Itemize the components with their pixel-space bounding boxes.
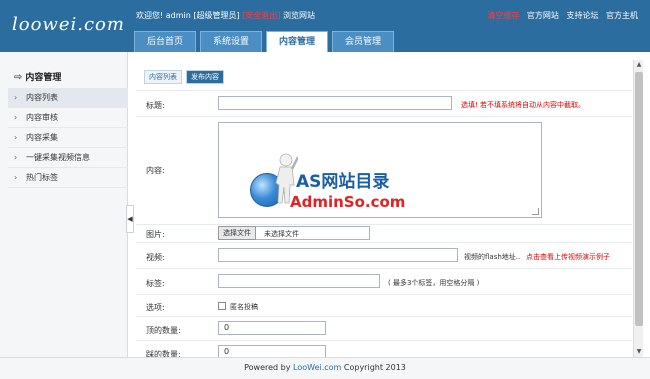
subtab-content-list[interactable]: 内容列表: [144, 70, 182, 84]
form-row-options: 选项: 匿名投稿: [136, 294, 632, 316]
content-subtabs: 内容列表 发布内容: [144, 70, 228, 84]
scrollbar-thumb[interactable]: [635, 72, 643, 326]
footer-copyright: Copyright 2013: [343, 363, 406, 372]
title-input[interactable]: [218, 96, 452, 110]
subtab-publish-content[interactable]: 发布内容: [186, 70, 224, 84]
video-input[interactable]: [218, 248, 458, 262]
sidebar-title: ⇨ 内容管理: [14, 70, 61, 83]
anonymous-label: 匿名投稿: [230, 303, 258, 311]
welcome-text: 欢迎您! admin [超级管理员]: [136, 11, 240, 20]
official-host-link[interactable]: 官方主机: [606, 11, 638, 20]
welcome-bar: 欢迎您! admin [超级管理员] [安全退出] 浏览网站: [136, 10, 315, 21]
up-count-label: 顶的数量:: [146, 326, 181, 335]
up-count-input[interactable]: 0: [218, 321, 326, 335]
image-label: 图片:: [146, 230, 165, 239]
sidebar-collapse-button[interactable]: ◀: [126, 205, 134, 233]
video-demo-link[interactable]: 点击查看上传视频演示例子: [526, 252, 610, 262]
footer-prefix: Powered by: [244, 363, 291, 372]
top-header: loowei.com 欢迎您! admin [超级管理员] [安全退出] 浏览网…: [0, 0, 650, 52]
official-site-link[interactable]: 官方网站: [527, 11, 559, 20]
tab-dashboard[interactable]: 后台首页: [134, 31, 197, 52]
footer-link[interactable]: LooWei.com: [293, 363, 341, 372]
sidebar-item-video-collect[interactable]: 一键采集视频信息: [8, 148, 128, 168]
footer: Powered by LooWei.com Copyright 2013: [0, 357, 650, 379]
support-forum-link[interactable]: 支持论坛: [566, 11, 598, 20]
sidebar-title-text: 内容管理: [25, 73, 62, 83]
sidebar-item-content-list[interactable]: 内容列表: [8, 88, 128, 108]
top-links: 清空缓存 官方网站 支持论坛 官方主机: [482, 10, 638, 21]
sidebar-item-hot-tags[interactable]: 热门标签: [8, 168, 128, 188]
form-row-video: 视频: 视频的flash地址.. 点击查看上传视频演示例子: [136, 242, 632, 268]
vertical-scrollbar[interactable]: ▲ ▼: [633, 60, 643, 357]
form-row-title: 标题: 选填! 若不填系统将自动从内容中截取。: [136, 90, 632, 116]
form-row-up-count: 顶的数量: 0: [136, 316, 632, 340]
anonymous-checkbox[interactable]: [218, 302, 226, 310]
site-logo[interactable]: loowei.com: [12, 14, 125, 35]
scroll-down-arrow-icon[interactable]: ▼: [634, 347, 644, 357]
main-tabs: 后台首页 系统设置 内容管理 会员管理: [134, 31, 398, 52]
down-count-input[interactable]: 0: [218, 345, 326, 357]
video-label: 视频:: [146, 253, 165, 262]
tags-hint: ( 最多3个标签，用空格分隔 ): [388, 279, 480, 287]
tab-content-management[interactable]: 内容管理: [266, 31, 329, 52]
title-label: 标题:: [146, 101, 165, 110]
scroll-up-arrow-icon[interactable]: ▲: [634, 60, 644, 70]
form-row-image: 图片: 选择文件 未选择文件: [136, 224, 632, 242]
form-row-down-count: 踩的数量: 0: [136, 340, 632, 357]
tab-member-management[interactable]: 会员管理: [332, 31, 395, 52]
watermark-line1: AS网站目录: [296, 172, 390, 192]
tags-input[interactable]: [218, 274, 380, 288]
form-row-tags: 标签: ( 最多3个标签，用空格分隔 ): [136, 268, 632, 294]
browse-site-link[interactable]: 浏览网站: [283, 11, 315, 20]
sidebar-item-content-collect[interactable]: 内容采集: [8, 128, 128, 148]
logout-link[interactable]: [安全退出]: [242, 11, 280, 20]
clear-cache-link[interactable]: 清空缓存: [487, 11, 519, 20]
arrow-right-icon: ⇨: [14, 72, 23, 83]
tab-system-settings[interactable]: 系统设置: [200, 31, 263, 52]
option-label: 选项:: [146, 303, 165, 312]
title-hint: 选填! 若不填系统将自动从内容中截取。: [461, 101, 586, 109]
file-status: 未选择文件: [264, 230, 299, 238]
down-count-label: 踩的数量:: [146, 350, 181, 357]
watermark-logo: AS网站目录 AdminSo.com: [250, 153, 420, 223]
sidebar-item-content-review[interactable]: 内容审核: [8, 108, 128, 128]
content-label: 内容:: [146, 166, 165, 175]
sidebar-menu: 内容列表 内容审核 内容采集 一键采集视频信息 热门标签: [8, 88, 128, 188]
choose-file-button[interactable]: 选择文件: [218, 226, 256, 240]
video-hint: 视频的flash地址..: [464, 253, 521, 261]
sidebar: ⇨内容管理 内容列表 内容审核 内容采集 一键采集视频信息 热门标签: [0, 52, 128, 357]
watermark-line2: AdminSo.com: [290, 193, 406, 211]
tags-label: 标签:: [146, 279, 165, 288]
